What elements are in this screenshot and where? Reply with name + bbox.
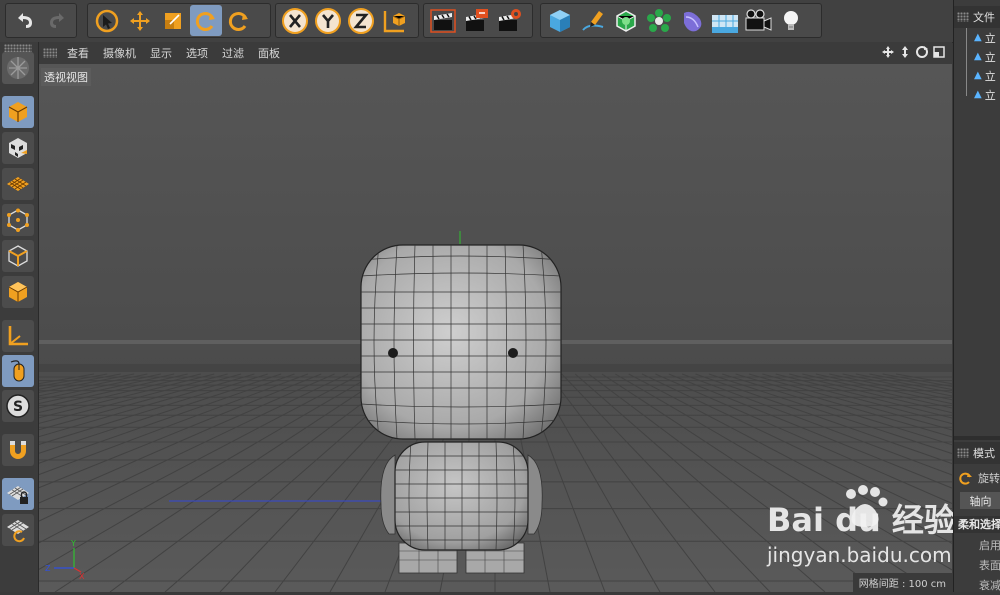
tree-item[interactable]: ▲ 立 bbox=[954, 85, 1000, 104]
model-mode-icon[interactable] bbox=[2, 96, 34, 128]
attributes-panel-grip[interactable] bbox=[957, 448, 969, 458]
cloner-icon[interactable] bbox=[643, 5, 675, 36]
toolbar-grip[interactable] bbox=[4, 44, 32, 52]
y-axis-lock-icon[interactable] bbox=[312, 5, 344, 36]
viewport-grip[interactable] bbox=[43, 48, 57, 58]
attr-tool-title: 旋转 bbox=[954, 468, 1000, 488]
workplane-align-icon[interactable] bbox=[2, 514, 34, 546]
object-tree: ▲ 立 ▲ 立 ▲ 立 ▲ 立 bbox=[954, 28, 1000, 104]
menu-file[interactable]: 文件 bbox=[973, 9, 995, 25]
pen-spline-icon[interactable] bbox=[577, 5, 609, 36]
right-side-panels: 文件 ▲ 立 ▲ 立 ▲ 立 ▲ 立 模式 旋转 轴向 柔和选择 启用 表面 衰减 bbox=[953, 0, 1000, 592]
menu-view[interactable]: 查看 bbox=[67, 45, 89, 61]
polygon-object-icon: ▲ bbox=[974, 51, 982, 62]
floor-icon[interactable] bbox=[709, 5, 741, 36]
tree-item[interactable]: ▲ 立 bbox=[954, 66, 1000, 85]
svg-text:S: S bbox=[13, 399, 23, 415]
baidu-jingyan-watermark: Bai du 经验 jingyan.baidu.com bbox=[763, 484, 956, 574]
panel-divider[interactable] bbox=[954, 436, 1000, 440]
axis-z-label: Z bbox=[45, 564, 51, 573]
scale-icon[interactable] bbox=[157, 5, 189, 36]
attributes-manager-header: 模式 bbox=[954, 442, 1000, 464]
view-name-label: 透视视图 bbox=[41, 68, 91, 86]
texture-mode-icon[interactable] bbox=[2, 132, 34, 164]
polygon-object-icon: ▲ bbox=[974, 70, 982, 81]
deformer-icon[interactable] bbox=[676, 5, 708, 36]
attr-row-falloff[interactable]: 衰减 bbox=[954, 575, 1000, 595]
render-group bbox=[423, 3, 533, 38]
tree-item[interactable]: ▲ 立 bbox=[954, 47, 1000, 66]
redo-icon[interactable] bbox=[41, 5, 72, 36]
polygons-mode-icon[interactable] bbox=[2, 276, 34, 308]
character-model bbox=[360, 231, 562, 574]
attr-tab-axis[interactable]: 轴向 bbox=[960, 492, 1000, 509]
rotate-icon[interactable] bbox=[190, 5, 222, 36]
workplane-lock-icon[interactable] bbox=[2, 478, 34, 510]
attr-section-header[interactable]: 柔和选择 bbox=[954, 516, 1000, 533]
zoom-view-icon[interactable] bbox=[898, 45, 912, 59]
axis-mode-icon[interactable] bbox=[2, 320, 34, 352]
light-icon[interactable] bbox=[775, 5, 807, 36]
menu-options[interactable]: 选项 bbox=[186, 45, 208, 61]
rotate-view-icon[interactable] bbox=[915, 45, 929, 59]
workplane-mode-icon[interactable] bbox=[2, 168, 34, 200]
coordinate-system-icon[interactable] bbox=[378, 5, 410, 36]
objects-panel-grip[interactable] bbox=[957, 12, 969, 22]
subdivision-surface-icon[interactable] bbox=[610, 5, 642, 36]
edges-mode-icon[interactable] bbox=[2, 240, 34, 272]
attr-row-enable[interactable]: 启用 bbox=[954, 535, 1000, 555]
watermark-url: jingyan.baidu.com bbox=[766, 543, 952, 567]
menu-mode[interactable]: 模式 bbox=[973, 445, 995, 461]
menu-cameras[interactable]: 摄像机 bbox=[103, 45, 136, 61]
cube-icon[interactable] bbox=[544, 5, 576, 36]
render-settings-icon[interactable] bbox=[493, 5, 525, 36]
baidu-paw-logo: Bai du 经验 jingyan.baidu.com bbox=[766, 485, 956, 567]
transform-tools-group bbox=[87, 3, 271, 38]
polygon-object-icon: ▲ bbox=[974, 32, 982, 43]
render-view-icon[interactable] bbox=[427, 5, 459, 36]
menu-filter[interactable]: 过滤 bbox=[222, 45, 244, 61]
grid-spacing-readout: 网格间距 : 100 cm bbox=[852, 573, 952, 592]
camera-icon[interactable] bbox=[742, 5, 774, 36]
snap-icon[interactable] bbox=[2, 434, 34, 466]
main-toolbar bbox=[0, 0, 958, 43]
move-icon[interactable] bbox=[124, 5, 156, 36]
attr-tool-name: 旋转 bbox=[978, 472, 1000, 485]
attr-row-surface[interactable]: 表面 bbox=[954, 555, 1000, 575]
viewport-menubar: 查看 摄像机 显示 选项 过滤 面板 bbox=[39, 42, 952, 64]
axis-x-label: X bbox=[79, 572, 85, 581]
render-to-picture-viewer-icon[interactable] bbox=[460, 5, 492, 36]
pan-view-icon[interactable] bbox=[881, 45, 895, 59]
points-mode-icon[interactable] bbox=[2, 204, 34, 236]
axis-lock-group bbox=[275, 3, 419, 38]
create-objects-group bbox=[540, 3, 822, 38]
tweak-mode-icon[interactable] bbox=[2, 355, 34, 387]
menu-panel[interactable]: 面板 bbox=[258, 45, 280, 61]
tree-item[interactable]: ▲ 立 bbox=[954, 28, 1000, 47]
undo-icon[interactable] bbox=[9, 5, 40, 36]
make-editable-icon[interactable] bbox=[2, 52, 34, 84]
baidu-logo-text: Bai du 经验 bbox=[767, 501, 953, 539]
objects-manager-header: 文件 bbox=[954, 6, 1000, 28]
viewport-nav-icons bbox=[881, 45, 946, 59]
x-axis-lock-icon[interactable] bbox=[279, 5, 311, 36]
z-axis-lock-icon[interactable] bbox=[345, 5, 377, 36]
history-group bbox=[5, 3, 77, 38]
recent-tool-icon[interactable] bbox=[223, 5, 255, 36]
live-selection-icon[interactable] bbox=[91, 5, 123, 36]
menu-display[interactable]: 显示 bbox=[150, 45, 172, 61]
axis-y-label: Y bbox=[70, 539, 76, 548]
rotate-tool-icon bbox=[959, 472, 972, 485]
polygon-object-icon: ▲ bbox=[974, 89, 982, 100]
solo-icon[interactable]: S bbox=[2, 390, 34, 422]
mode-toolbar: S bbox=[0, 42, 39, 592]
toggle-view-icon[interactable] bbox=[932, 45, 946, 59]
